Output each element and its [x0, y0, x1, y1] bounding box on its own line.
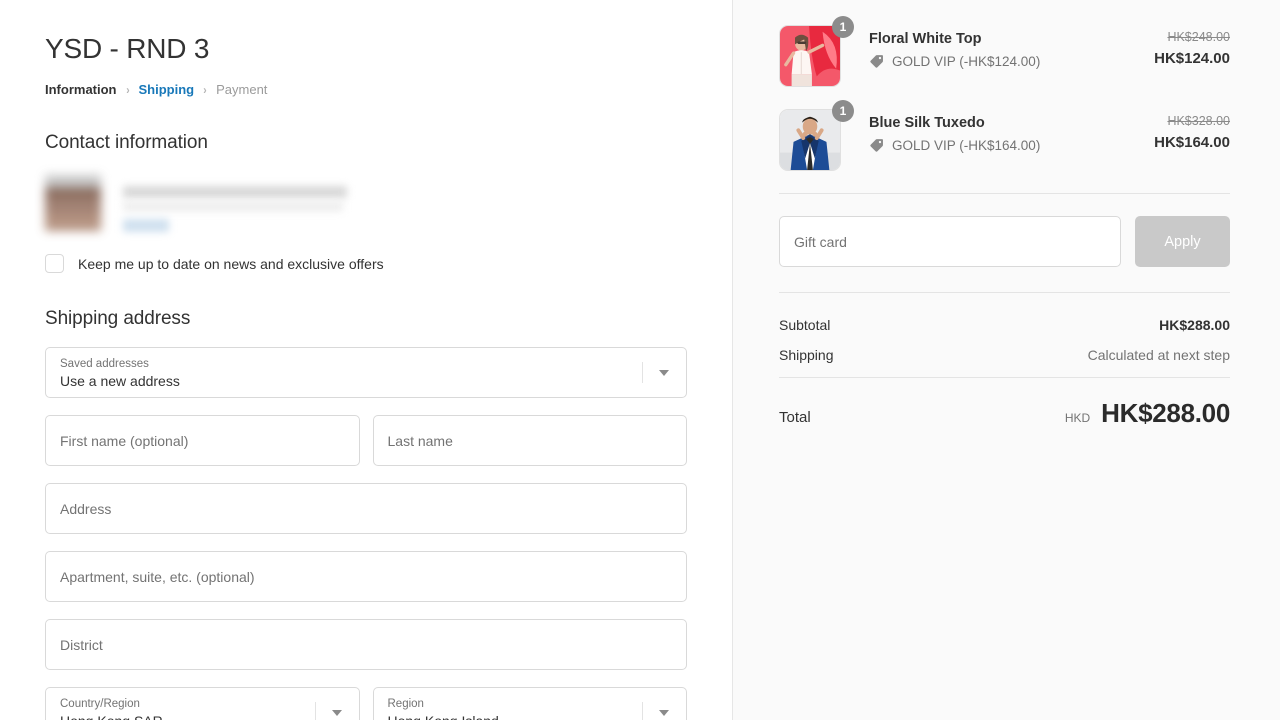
country-label: Country/Region: [60, 697, 140, 710]
shipping-address-heading: Shipping address: [45, 308, 191, 329]
order-summary-panel: 1 Floral White Top GOLD VIP (-HK$124.00)…: [733, 0, 1280, 720]
final-price: HK$124.00: [1154, 50, 1230, 67]
apply-button[interactable]: Apply: [1135, 216, 1230, 267]
chevron-down-icon[interactable]: [642, 348, 686, 397]
chevron-right-icon: ›: [125, 82, 130, 97]
saved-addresses-label: Saved addresses: [60, 357, 149, 370]
district-placeholder: District: [60, 636, 103, 653]
address-placeholder: Address: [60, 500, 112, 517]
total-label: Total: [779, 409, 811, 426]
breadcrumb-information[interactable]: Information: [45, 82, 117, 97]
region-select[interactable]: Region Hong Kong Island: [372, 687, 687, 720]
product-image-blue-silk-tuxedo: [779, 109, 841, 171]
product-name: Blue Silk Tuxedo: [869, 115, 985, 131]
district-field[interactable]: District: [45, 619, 687, 670]
list-item: 1 Floral White Top GOLD VIP (-HK$124.00)…: [779, 16, 1230, 87]
country-region-row: Country/Region Hong Kong SAR Region Hong…: [45, 670, 687, 720]
newsletter-label: Keep me up to date on news and exclusive…: [78, 255, 384, 272]
select-divider: [642, 362, 643, 383]
product-prices: HK$328.00 HK$164.00: [1154, 109, 1230, 152]
shipping-row: Shipping Calculated at next step: [779, 347, 1230, 363]
breadcrumb-shipping[interactable]: Shipping: [139, 82, 195, 97]
summary-divider: [779, 292, 1230, 293]
apartment-placeholder: Apartment, suite, etc. (optional): [60, 568, 255, 585]
list-item: 1 Blue Silk Tuxedo GOLD VIP (-HK$164.00)…: [779, 100, 1230, 171]
redacted-text-line: [123, 186, 347, 198]
checkout-form-panel: YSD - RND 3 Information › Shipping › Pay…: [0, 0, 733, 720]
page-title: YSD - RND 3: [45, 33, 210, 64]
first-name-placeholder: First name (optional): [60, 432, 189, 449]
breadcrumb-payment: Payment: [216, 82, 268, 97]
gift-card-placeholder: Gift card: [794, 233, 847, 250]
region-label: Region: [387, 697, 424, 710]
country-select[interactable]: Country/Region Hong Kong SAR: [45, 687, 360, 720]
compare-at-price: HK$248.00: [1167, 30, 1230, 44]
discount-label: GOLD VIP (-HK$164.00): [892, 138, 1041, 153]
last-name-placeholder: Last name: [387, 432, 453, 449]
apartment-field[interactable]: Apartment, suite, etc. (optional): [45, 551, 687, 602]
gift-card-row: Gift card Apply: [779, 216, 1230, 267]
subtotal-row: Subtotal HK$288.00: [779, 317, 1230, 333]
total-currency: HKD: [1064, 411, 1091, 425]
gift-card-input[interactable]: Gift card: [779, 216, 1121, 267]
caret-glyph: [331, 709, 342, 716]
summary-divider: [779, 193, 1230, 194]
product-discount: GOLD VIP (-HK$164.00): [869, 138, 1154, 153]
name-fields-row: First name (optional) Last name: [45, 398, 687, 466]
total-divider: [779, 377, 1230, 378]
address-field[interactable]: Address: [45, 483, 687, 534]
first-name-field[interactable]: First name (optional): [45, 415, 360, 466]
avatar: [45, 175, 101, 231]
country-value: Hong Kong SAR: [60, 712, 163, 720]
breadcrumb: Information › Shipping › Payment: [45, 82, 687, 97]
totals-section: Subtotal HK$288.00 Shipping Calculated a…: [779, 317, 1230, 429]
redacted-link-line: [123, 219, 169, 232]
newsletter-checkbox[interactable]: [45, 254, 64, 273]
saved-addresses-value: Use a new address: [60, 372, 180, 389]
product-discount: GOLD VIP (-HK$124.00): [869, 54, 1154, 69]
contact-information-heading: Contact information: [45, 132, 208, 153]
product-thumbnail-wrap: 1: [779, 16, 854, 87]
quantity-badge: 1: [832, 100, 854, 122]
caret-glyph: [659, 369, 669, 376]
total-amount-group: HKD HK$288.00: [1065, 398, 1230, 429]
total-value: HK$288.00: [1101, 398, 1230, 428]
product-details: Blue Silk Tuxedo GOLD VIP (-HK$164.00): [847, 109, 1154, 153]
select-divider: [642, 702, 643, 720]
subtotal-value: HK$288.00: [1159, 317, 1230, 333]
product-name: Floral White Top: [869, 31, 982, 47]
subtotal-label: Subtotal: [779, 317, 831, 333]
select-divider: [314, 702, 316, 720]
caret-glyph: [659, 709, 669, 716]
shipping-value: Calculated at next step: [1087, 347, 1230, 363]
contact-information-redacted: [45, 172, 365, 234]
chevron-right-icon: ›: [203, 82, 207, 97]
product-image-floral-white-top: [779, 25, 841, 87]
discount-tag-icon: [870, 55, 883, 68]
chevron-down-icon[interactable]: [642, 688, 686, 720]
redacted-text-line: [123, 202, 343, 211]
discount-tag-icon: [870, 139, 883, 152]
product-prices: HK$248.00 HK$124.00: [1154, 25, 1230, 68]
region-value: Hong Kong Island: [388, 712, 499, 720]
grand-total-row: Total HKD HK$288.00: [779, 398, 1230, 429]
quantity-badge: 1: [832, 16, 854, 38]
checkout-page: YSD - RND 3 Information › Shipping › Pay…: [0, 0, 1280, 720]
product-thumbnail-wrap: 1: [779, 100, 854, 171]
compare-at-price: HK$328.00: [1167, 114, 1230, 128]
discount-label: GOLD VIP (-HK$124.00): [892, 54, 1041, 69]
newsletter-opt-in-row[interactable]: Keep me up to date on news and exclusive…: [45, 254, 687, 273]
product-details: Floral White Top GOLD VIP (-HK$124.00): [847, 25, 1154, 69]
chevron-down-icon[interactable]: [314, 688, 359, 720]
final-price: HK$164.00: [1154, 134, 1230, 151]
saved-addresses-select[interactable]: Saved addresses Use a new address: [45, 347, 687, 398]
shipping-label: Shipping: [779, 347, 834, 363]
last-name-field[interactable]: Last name: [372, 415, 687, 466]
